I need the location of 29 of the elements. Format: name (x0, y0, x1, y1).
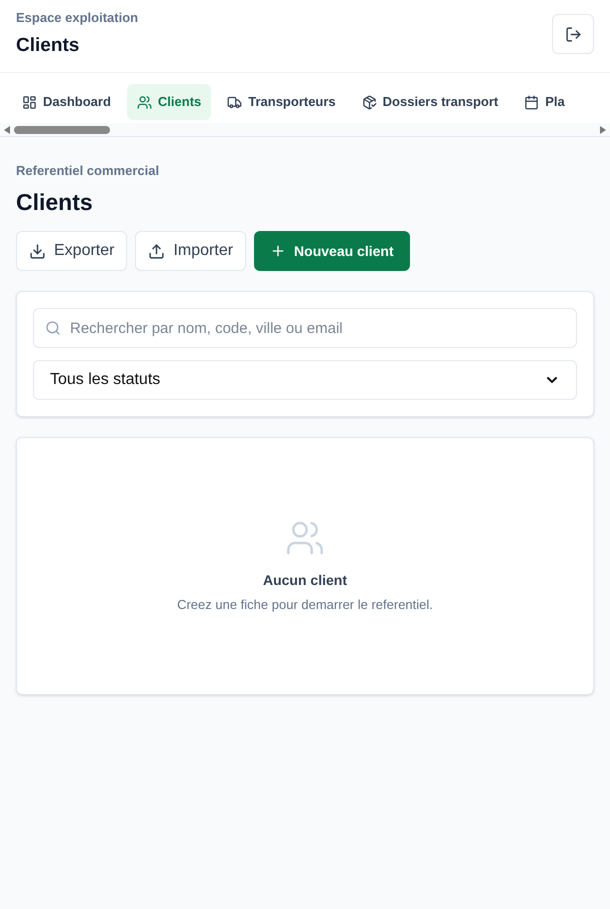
page-eyebrow: Referentiel commercial (16, 162, 160, 180)
import-button[interactable]: Importer (135, 231, 246, 271)
nav-tab[interactable]: Clients (126, 84, 212, 120)
users-icon (136, 94, 152, 110)
nav-tab[interactable]: Dashboard (12, 84, 121, 120)
logout-button[interactable] (552, 14, 594, 54)
export-button[interactable]: Exporter (16, 231, 128, 271)
logout-icon (564, 26, 582, 42)
package-icon (362, 94, 377, 110)
header-title: Clients (16, 34, 80, 58)
header-subtitle: Espace exploitation (16, 9, 138, 27)
empty-title: Aucun client (262, 570, 347, 590)
search-field[interactable]: Rechercher par nom, code, ville ou email (33, 308, 577, 348)
scroll-right-icon (600, 126, 606, 134)
download-icon (29, 242, 46, 260)
status-select[interactable]: Tous les statuts (33, 360, 577, 400)
nav-tab[interactable]: Pla (514, 84, 575, 120)
search-icon (45, 320, 61, 336)
nav-tab[interactable]: Transporteurs (217, 84, 346, 120)
page-title: Clients (16, 188, 94, 216)
scrollbar-thumb[interactable] (14, 126, 110, 134)
truck-icon (227, 94, 242, 110)
new-client-button[interactable]: Nouveau client (254, 231, 410, 271)
scroll-left-icon (4, 126, 10, 134)
empty-message: Creez une fiche pour demarrer le referentiel. (177, 596, 433, 614)
nav-tab[interactable]: Dossiers transport (352, 84, 508, 120)
dashboard-icon (22, 94, 37, 110)
calendar-icon (524, 94, 540, 110)
upload-icon (148, 242, 166, 260)
